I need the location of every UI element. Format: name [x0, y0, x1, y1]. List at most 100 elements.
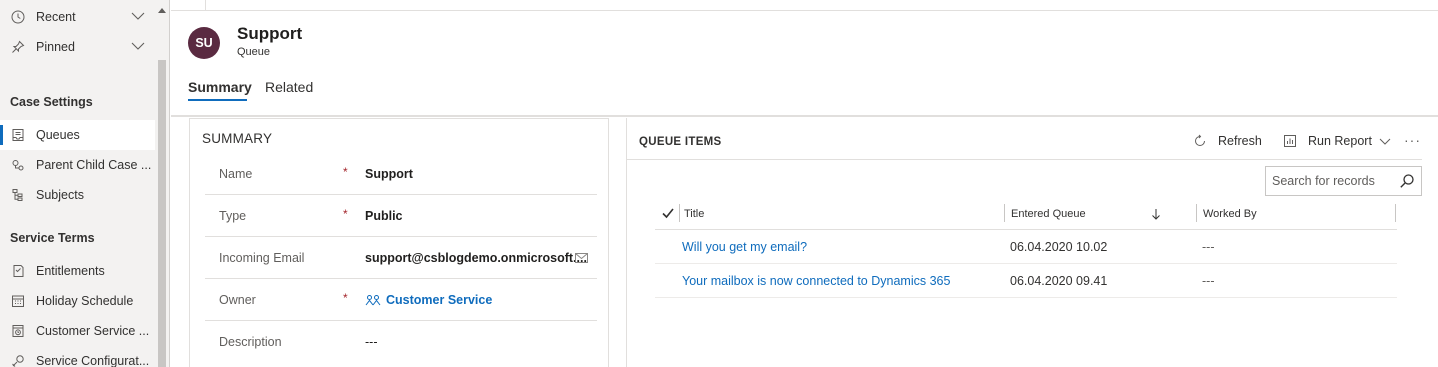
- table-row[interactable]: Will you get my email? 06.04.2020 10.02 …: [655, 230, 1397, 264]
- column-header-worked-by[interactable]: Worked By: [1203, 208, 1257, 220]
- entered-queue-cell: 06.04.2020 09.41: [1010, 274, 1108, 288]
- required-indicator: *: [343, 207, 348, 221]
- sidebar-pinned-label: Pinned: [36, 40, 75, 54]
- main-content: SU Support Queue Summary Related SUMMARY…: [171, 0, 1438, 367]
- sidebar-recent[interactable]: Recent: [0, 2, 155, 32]
- required-indicator: *: [343, 165, 348, 179]
- table-row[interactable]: Your mailbox is now connected to Dynamic…: [655, 264, 1397, 298]
- refresh-button[interactable]: Refresh: [1192, 133, 1262, 149]
- sidebar-pinned[interactable]: Pinned: [0, 32, 155, 62]
- chevron-down-icon: [1379, 138, 1391, 145]
- field-value[interactable]: Support: [365, 167, 413, 181]
- field-description[interactable]: Description ---: [205, 321, 597, 363]
- refresh-icon: [1192, 133, 1208, 149]
- owner-name: Customer Service: [386, 293, 493, 307]
- sidebar-item-queues[interactable]: Queues: [0, 120, 155, 150]
- sidebar-recent-label: Recent: [36, 10, 76, 24]
- column-separator: [1004, 204, 1005, 222]
- sidebar-item-customer-service[interactable]: Customer Service ...: [0, 316, 155, 346]
- column-header-entered-queue[interactable]: Entered Queue: [1011, 208, 1086, 220]
- app-root: Recent Pinned Case Settings Queues Paren…: [0, 0, 1438, 367]
- owner-link[interactable]: Customer Service: [365, 293, 492, 307]
- entered-queue-cell: 06.04.2020 10.02: [1010, 240, 1108, 254]
- sidebar-item-holiday-schedule[interactable]: Holiday Schedule: [0, 286, 155, 316]
- field-type[interactable]: Type * Public: [205, 195, 597, 237]
- more-commands-button[interactable]: ···: [1404, 132, 1421, 148]
- select-all-checkmark-icon[interactable]: [661, 206, 675, 220]
- field-label: Type: [219, 209, 247, 223]
- section-heading: QUEUE ITEMS: [639, 136, 722, 148]
- sort-descending-icon[interactable]: [1151, 208, 1161, 220]
- divider: [171, 115, 1438, 117]
- field-value[interactable]: ---: [365, 335, 378, 349]
- calendar-icon: [10, 293, 26, 309]
- field-value[interactable]: Public: [365, 209, 403, 223]
- field-value[interactable]: support@csblogdemo.onmicrosoft....: [365, 251, 587, 265]
- sidebar-item-parent-child-case[interactable]: Parent Child Case ...: [0, 150, 155, 180]
- record-entity-name: Queue: [237, 46, 271, 58]
- summary-section: SUMMARY Name * Support Type * Public Inc…: [189, 118, 609, 367]
- parent-child-icon: [10, 157, 26, 173]
- sidebar-item-subjects[interactable]: Subjects: [0, 180, 155, 210]
- scrollbar-thumb[interactable]: [158, 60, 166, 367]
- field-incoming-email[interactable]: Incoming Email support@csblogdemo.onmicr…: [205, 237, 597, 279]
- record-avatar: SU: [188, 27, 220, 59]
- search-records-box[interactable]: [1265, 166, 1422, 196]
- site-map-sidebar: Recent Pinned Case Settings Queues Paren…: [0, 0, 170, 367]
- column-separator: [679, 204, 680, 222]
- queue-item-title-link[interactable]: Will you get my email?: [682, 240, 807, 254]
- worked-by-cell: ---: [1202, 240, 1215, 254]
- sidebar-item-label: Queues: [36, 128, 80, 142]
- column-separator: [1395, 204, 1396, 222]
- service-config-icon: [10, 353, 26, 367]
- pin-icon: [10, 39, 26, 55]
- team-icon: [365, 294, 381, 305]
- sidebar-section-service-terms: Service Terms: [10, 231, 95, 245]
- sidebar-item-label: Holiday Schedule: [36, 294, 134, 308]
- report-icon: [1282, 133, 1298, 149]
- column-separator: [1196, 204, 1197, 222]
- field-name[interactable]: Name * Support: [205, 153, 597, 195]
- search-icon[interactable]: [1399, 173, 1415, 189]
- field-label: Name: [219, 167, 253, 181]
- sidebar-item-label: Service Configurat...: [36, 354, 150, 367]
- queue-icon: [10, 127, 26, 143]
- queue-items-section: QUEUE ITEMS Refresh Run Report ··· Searc…: [626, 118, 1438, 367]
- sidebar-item-service-configuration[interactable]: Service Configurat...: [0, 346, 155, 367]
- record-title: Support: [237, 24, 303, 43]
- field-label: Owner: [219, 293, 256, 307]
- tab-related[interactable]: Related: [265, 79, 313, 95]
- clock-icon: [10, 9, 26, 25]
- divider: [171, 10, 1438, 11]
- calendar-clock-icon: [10, 323, 26, 339]
- divider: [627, 159, 1422, 160]
- chevron-down-icon[interactable]: [131, 9, 145, 23]
- sidebar-item-entitlements[interactable]: Entitlements: [0, 256, 155, 286]
- sidebar-scrollbar[interactable]: [156, 0, 169, 367]
- sidebar-item-label: Customer Service ...: [36, 324, 150, 338]
- queue-item-title-link[interactable]: Your mailbox is now connected to Dynamic…: [682, 274, 950, 288]
- search-input[interactable]: [1266, 167, 1391, 195]
- send-email-icon[interactable]: [574, 251, 590, 265]
- sidebar-section-case-settings: Case Settings: [10, 95, 93, 109]
- section-heading: SUMMARY: [202, 131, 273, 146]
- chevron-down-icon[interactable]: [131, 39, 145, 53]
- entitlements-icon: [10, 263, 26, 279]
- column-header-title[interactable]: Title: [684, 208, 704, 220]
- run-report-label: Run Report: [1308, 134, 1372, 148]
- subjects-icon: [10, 187, 26, 203]
- sidebar-item-label: Parent Child Case ...: [36, 158, 152, 172]
- run-report-button[interactable]: Run Report: [1282, 133, 1392, 149]
- refresh-label: Refresh: [1218, 134, 1262, 148]
- grid-header: Title Entered Queue Worked By: [655, 198, 1397, 230]
- tab-selected-indicator: [188, 99, 247, 101]
- divider: [205, 0, 206, 10]
- sidebar-item-label: Subjects: [36, 188, 84, 202]
- worked-by-cell: ---: [1202, 274, 1215, 288]
- tab-summary[interactable]: Summary: [188, 79, 252, 95]
- field-owner[interactable]: Owner * Customer Service: [205, 279, 597, 321]
- field-label: Description: [219, 335, 282, 349]
- field-label: Incoming Email: [219, 251, 305, 265]
- scroll-up-arrow-icon[interactable]: [158, 8, 166, 13]
- sidebar-item-label: Entitlements: [36, 264, 105, 278]
